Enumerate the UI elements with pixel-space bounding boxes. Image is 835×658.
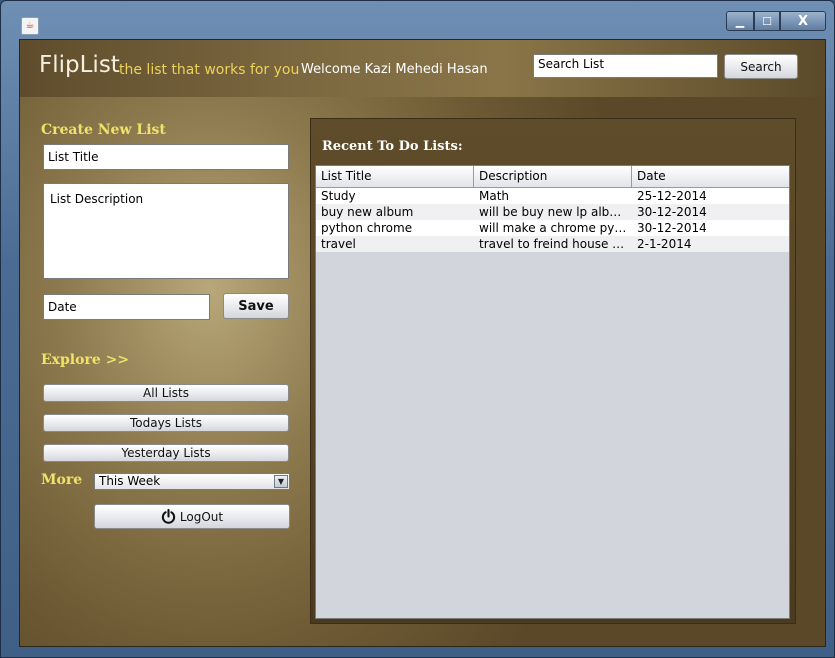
table-row[interactable]: buy new album will be buy new lp album .… (316, 204, 789, 220)
cell-description: will be buy new lp album ... (479, 205, 632, 219)
table-row[interactable]: Study Math 25-12-2014 (316, 188, 789, 204)
list-title-input[interactable]: List Title (43, 144, 289, 170)
logout-button[interactable]: LogOut (94, 504, 290, 529)
recent-lists-table: List Title Description Date Study Math 2… (315, 165, 790, 619)
java-app-icon: ☕ (21, 17, 39, 35)
cell-date: 30-12-2014 (637, 205, 707, 219)
chevron-down-icon[interactable]: ▼ (274, 475, 288, 488)
list-description-textarea[interactable]: List Description (43, 183, 289, 279)
logout-label: LogOut (179, 509, 224, 524)
create-list-heading: Create New List (41, 122, 166, 138)
app-client-area: FlipList the list that works for you Wel… (19, 39, 826, 647)
column-header-description[interactable]: Description (474, 166, 632, 187)
cell-description: Math (479, 189, 510, 203)
todays-lists-button[interactable]: Todays Lists (43, 414, 289, 432)
cell-title: python chrome (321, 221, 413, 235)
cell-description: travel to freind house @n... (479, 237, 632, 251)
brand-tagline: the list that works for you (119, 62, 300, 78)
power-icon (161, 509, 176, 524)
period-select-value: This Week (99, 474, 161, 488)
period-select[interactable]: This Week ▼ (94, 473, 290, 490)
cell-date: 2-1-2014 (637, 237, 692, 251)
column-header-date[interactable]: Date (632, 166, 789, 187)
table-row[interactable]: python chrome will make a chrome pytho..… (316, 220, 789, 236)
date-input[interactable]: Date (43, 294, 210, 320)
minimize-button[interactable]: ▁ (726, 11, 754, 31)
search-button[interactable]: Search (724, 54, 798, 79)
explore-heading: Explore >> (41, 352, 130, 368)
table-header: List Title Description Date (316, 166, 789, 188)
cell-title: travel (321, 237, 356, 251)
yesterday-lists-button[interactable]: Yesterday Lists (43, 444, 289, 462)
column-header-title[interactable]: List Title (316, 166, 474, 187)
recent-lists-heading: Recent To Do Lists: (322, 139, 463, 154)
close-button[interactable]: X (780, 11, 826, 31)
maximize-button[interactable]: ☐ (754, 11, 780, 31)
cell-title: Study (321, 189, 356, 203)
table-row[interactable]: travel travel to freind house @n... 2-1-… (316, 236, 789, 252)
brand-logo: FlipList (39, 52, 120, 78)
save-button[interactable]: Save (223, 293, 289, 319)
app-window: ☕ ▁ ☐ X FlipList the list that works for… (0, 0, 835, 658)
more-label: More (41, 472, 83, 488)
cell-date: 30-12-2014 (637, 221, 707, 235)
recent-lists-panel: Recent To Do Lists: List Title Descripti… (310, 118, 796, 624)
all-lists-button[interactable]: All Lists (43, 384, 289, 402)
cell-title: buy new album (321, 205, 414, 219)
cell-date: 25-12-2014 (637, 189, 707, 203)
header-bar: FlipList the list that works for you Wel… (20, 40, 825, 97)
welcome-text: Welcome Kazi Mehedi Hasan (301, 62, 488, 77)
cell-description: will make a chrome pytho... (479, 221, 632, 235)
search-input[interactable]: Search List (533, 54, 718, 78)
window-controls: ▁ ☐ X (726, 11, 826, 31)
